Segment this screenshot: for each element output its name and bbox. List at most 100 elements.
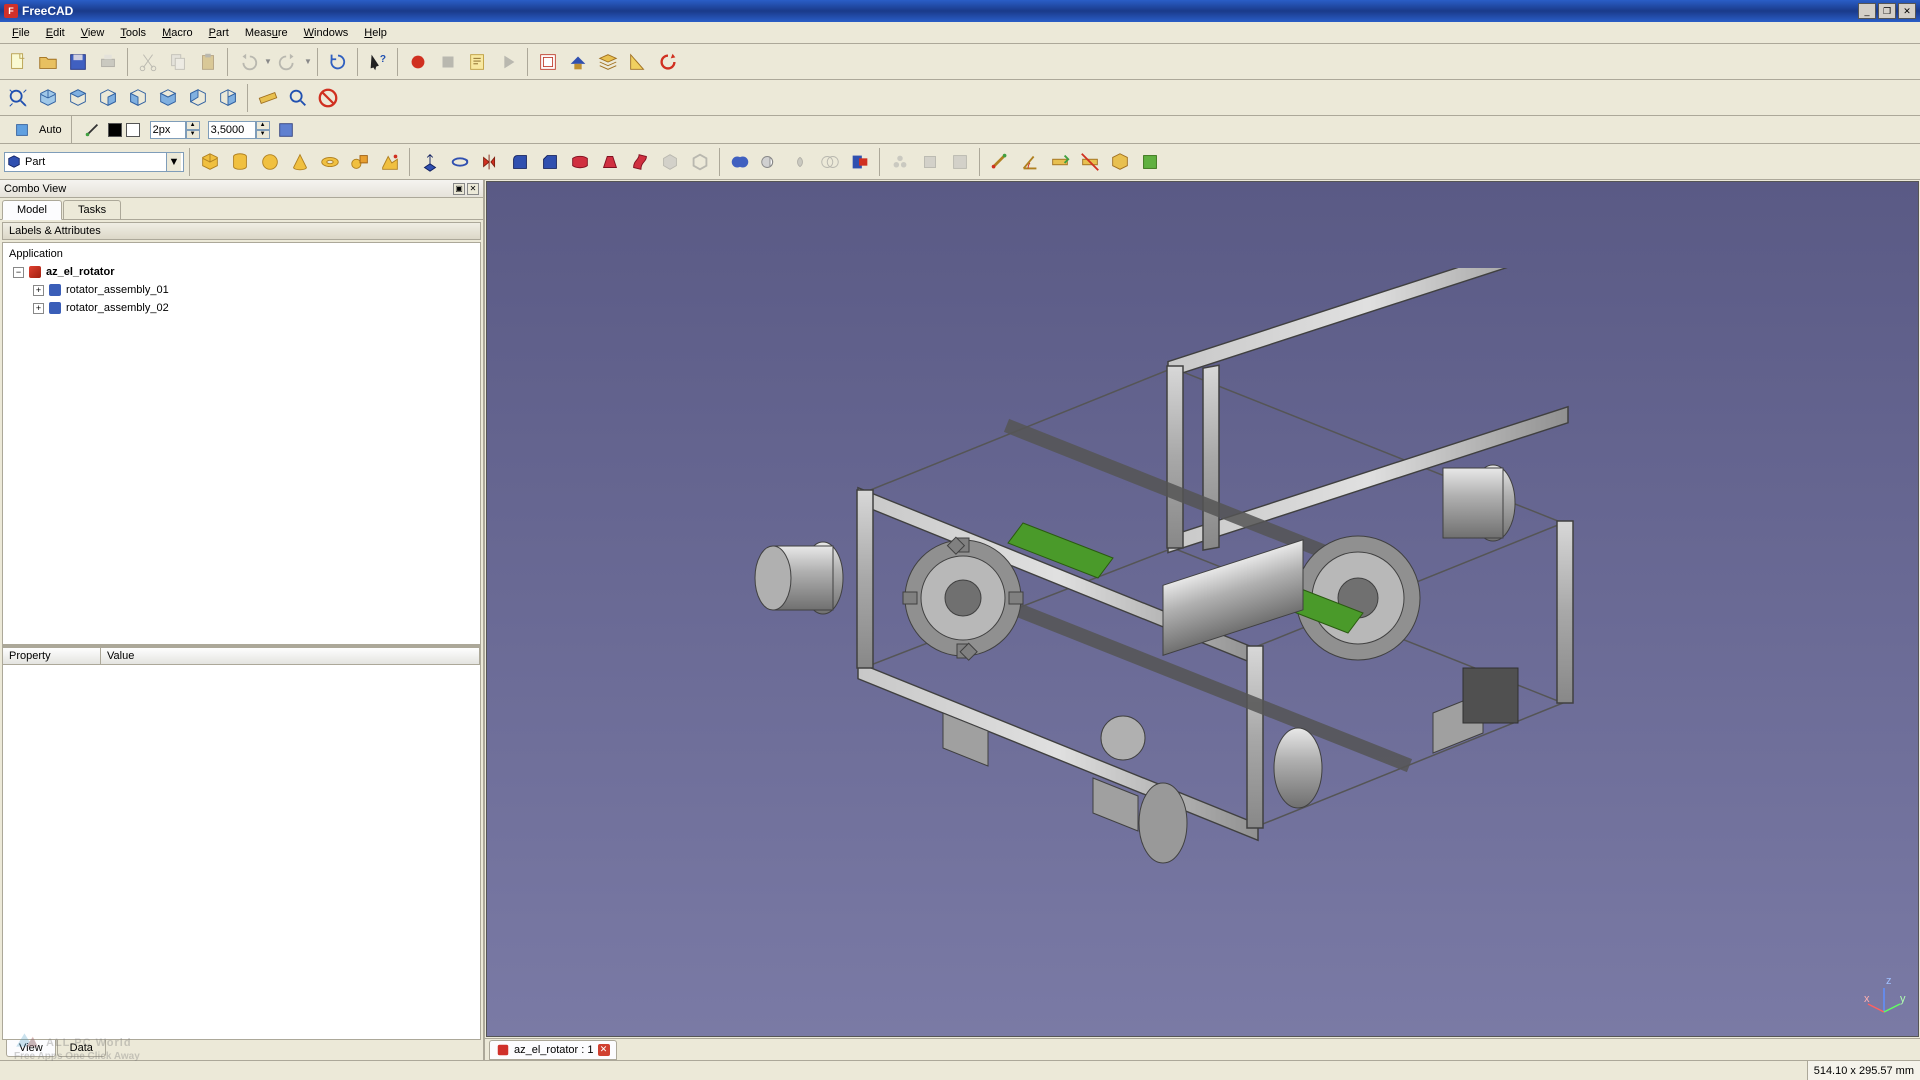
font-size-spinner[interactable]: ▲▼ [208, 121, 270, 139]
part-design-button[interactable] [946, 148, 974, 176]
iso-view-button[interactable] [34, 84, 62, 112]
whatsthis-button[interactable]: ? [364, 48, 392, 76]
collapse-icon[interactable]: − [13, 267, 24, 278]
restore-button[interactable]: ❐ [1878, 3, 1896, 19]
macro-play-button[interactable] [494, 48, 522, 76]
cone-button[interactable] [286, 148, 314, 176]
measure-toggle-button[interactable] [1076, 148, 1104, 176]
macro-stop-button[interactable] [434, 48, 462, 76]
save-button[interactable] [64, 48, 92, 76]
apply-style-button[interactable] [272, 116, 300, 144]
open-button[interactable] [34, 48, 62, 76]
redo-dropdown-icon[interactable]: ▼ [304, 57, 312, 66]
fit-all-button[interactable] [4, 84, 32, 112]
primitives-button[interactable] [346, 148, 374, 176]
menu-part[interactable]: Part [201, 25, 237, 41]
tree-item[interactable]: + rotator_assembly_02 [5, 299, 478, 317]
panel-float-button[interactable]: ▣ [453, 183, 465, 195]
model-tree[interactable]: Application − az_el_rotator + rotator_as… [2, 242, 481, 645]
navigation-cube[interactable]: z x y [1862, 974, 1906, 1018]
drawing-page-button[interactable] [534, 48, 562, 76]
close-button[interactable]: ✕ [1898, 3, 1916, 19]
macro-record-button[interactable] [404, 48, 432, 76]
tab-close-button[interactable]: ✕ [598, 1044, 610, 1056]
measure-toggledelta-button[interactable] [1136, 148, 1164, 176]
left-view-button[interactable] [214, 84, 242, 112]
sphere-button[interactable] [256, 148, 284, 176]
spin-up-icon[interactable]: ▲ [256, 121, 270, 130]
layers-button[interactable] [594, 48, 622, 76]
cut-button[interactable] [134, 48, 162, 76]
thickness-button[interactable] [686, 148, 714, 176]
extrude-face-button[interactable] [916, 148, 944, 176]
font-size-input[interactable] [208, 121, 256, 139]
export-button[interactable] [564, 48, 592, 76]
measure-angle-button[interactable] [624, 48, 652, 76]
line-width-input[interactable] [150, 121, 186, 139]
boolean-cut-button[interactable] [756, 148, 784, 176]
redo-button[interactable] [274, 48, 302, 76]
document-tab[interactable]: az_el_rotator : 1 ✕ [489, 1040, 617, 1060]
shapebuilder-button[interactable] [376, 148, 404, 176]
tree-document[interactable]: − az_el_rotator [5, 263, 478, 281]
boolean-fuse-button[interactable] [726, 148, 754, 176]
extrude-button[interactable] [416, 148, 444, 176]
menu-tools[interactable]: Tools [112, 25, 154, 41]
minimize-button[interactable]: _ [1858, 3, 1876, 19]
line-width-spinner[interactable]: ▲▼ [150, 121, 200, 139]
sweep-button[interactable] [626, 148, 654, 176]
cylinder-button[interactable] [226, 148, 254, 176]
3d-view[interactable]: z x y [486, 181, 1919, 1037]
front-view-button[interactable] [64, 84, 92, 112]
tab-model[interactable]: Model [2, 200, 62, 220]
expand-icon[interactable]: + [33, 285, 44, 296]
bottom-view-button[interactable] [184, 84, 212, 112]
measure-linear-button[interactable] [986, 148, 1014, 176]
measure-toggle3d-button[interactable] [1106, 148, 1134, 176]
face-color-swatch[interactable] [126, 123, 140, 137]
offset-button[interactable] [656, 148, 684, 176]
construction-mode-icon[interactable] [8, 116, 36, 144]
line-color-button[interactable] [78, 116, 106, 144]
undo-dropdown-icon[interactable]: ▼ [264, 57, 272, 66]
menu-view[interactable]: View [73, 25, 113, 41]
macro-edit-button[interactable] [464, 48, 492, 76]
paste-button[interactable] [194, 48, 222, 76]
refresh-button[interactable] [324, 48, 352, 76]
property-col-value[interactable]: Value [101, 648, 480, 664]
print-button[interactable] [94, 48, 122, 76]
copy-button[interactable] [164, 48, 192, 76]
make-compound-button[interactable] [886, 148, 914, 176]
chamfer-button[interactable] [536, 148, 564, 176]
new-button[interactable] [4, 48, 32, 76]
boolean-common-button[interactable] [786, 148, 814, 176]
right-view-button[interactable] [124, 84, 152, 112]
boolean-section-button[interactable] [816, 148, 844, 176]
measure-distance-button[interactable] [254, 84, 282, 112]
box-button[interactable] [196, 148, 224, 176]
property-body[interactable] [2, 665, 481, 1040]
undo-button[interactable] [234, 48, 262, 76]
reload-button[interactable] [654, 48, 682, 76]
top-view-button[interactable] [94, 84, 122, 112]
tab-tasks[interactable]: Tasks [63, 200, 121, 219]
menu-measure[interactable]: Measure [237, 25, 296, 41]
fillet-button[interactable] [506, 148, 534, 176]
loft-button[interactable] [596, 148, 624, 176]
stop-button[interactable] [314, 84, 342, 112]
measure-clear-button[interactable] [1046, 148, 1074, 176]
tree-root[interactable]: Application [5, 245, 478, 263]
measure-angular-button[interactable] [1016, 148, 1044, 176]
rear-view-button[interactable] [154, 84, 182, 112]
menu-help[interactable]: Help [356, 25, 395, 41]
mirror-button[interactable] [476, 148, 504, 176]
revolve-button[interactable] [446, 148, 474, 176]
cross-sections-button[interactable] [846, 148, 874, 176]
torus-button[interactable] [316, 148, 344, 176]
spin-down-icon[interactable]: ▼ [186, 130, 200, 139]
panel-close-button[interactable]: ✕ [467, 183, 479, 195]
workbench-selector[interactable]: Part ▼ [4, 152, 184, 172]
expand-icon[interactable]: + [33, 303, 44, 314]
menu-file[interactable]: File [4, 25, 38, 41]
spin-down-icon[interactable]: ▼ [256, 130, 270, 139]
